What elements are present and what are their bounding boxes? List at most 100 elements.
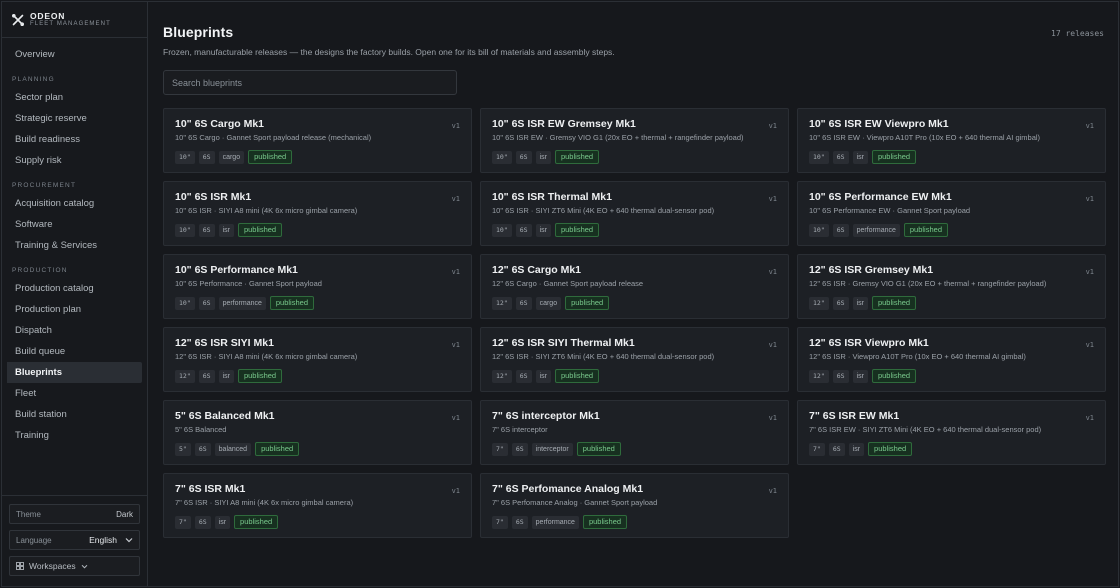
blueprint-card[interactable]: 7" 6S Perfomance Analog Mk1 v1 7" 6S Perfo… <box>480 473 789 538</box>
tag-chip: 12" <box>809 369 829 383</box>
sidebar-item-training-services[interactable]: Training & Services <box>2 235 142 256</box>
blueprint-description: 12" 6S ISR · SIYI ZT6 Mini (4K EO + 640 … <box>492 352 715 361</box>
tag-chip: isr <box>852 369 868 383</box>
sidebar-item-software[interactable]: Software <box>2 214 142 235</box>
blueprint-card[interactable]: 10" 6S ISR EW Gremsey Mk1 v1 10" 6S ISR EW… <box>480 108 789 173</box>
blueprint-title: 10" 6S Performance EW Mk1 <box>809 191 952 203</box>
version-label: v1 <box>451 122 460 130</box>
tag-chip: cargo <box>218 150 245 164</box>
release-count: 17 releases <box>1051 29 1104 38</box>
status-badge: published <box>576 442 621 456</box>
version-label: v1 <box>1085 195 1094 203</box>
blueprint-card[interactable]: 10" 6S Performance EW Mk1 v1 10" 6S Perfor… <box>797 181 1106 246</box>
sidebar-item-build-readiness[interactable]: Build readiness <box>2 129 142 150</box>
language-value: English <box>89 535 117 545</box>
blueprint-card[interactable]: 7" 6S ISR Mk1 v1 7" 6S ISR · SIYI A8 mini … <box>163 473 472 538</box>
tag-chip: 10" <box>175 296 195 310</box>
status-badge: published <box>269 296 314 310</box>
tag-list: 10" 6S performance published <box>809 223 1094 237</box>
workspaces-label: Workspaces <box>29 561 76 571</box>
blueprint-card[interactable]: 10" 6S Performance Mk1 v1 10" 6S Performan… <box>163 254 472 319</box>
blueprint-description: 10" 6S ISR EW · Viewpro A10T Pro (10x EO… <box>809 133 1041 142</box>
main-content: Blueprints 17 releases Frozen, manufactu… <box>148 2 1118 586</box>
tag-list: 12" 6S isr published <box>809 369 1094 383</box>
tag-chip: 5" <box>175 442 191 456</box>
blueprint-card[interactable]: 10" 6S ISR Mk1 v1 10" 6S ISR · SIYI A8 min… <box>163 181 472 246</box>
blueprint-card[interactable]: 12" 6S ISR Viewpro Mk1 v1 12" 6S ISR · Vie… <box>797 327 1106 392</box>
tag-chip: isr <box>852 296 868 310</box>
blueprint-card[interactable]: 7" 6S ISR EW Mk1 v1 7" 6S ISR EW · SIYI ZT… <box>797 400 1106 465</box>
tag-chip: 7" <box>492 442 508 456</box>
version-label: v1 <box>451 487 460 495</box>
version-label: v1 <box>768 195 777 203</box>
blueprint-card[interactable]: 12" 6S ISR Gremsey Mk1 v1 12" 6S ISR · Gre… <box>797 254 1106 319</box>
blueprint-card[interactable]: 5" 6S Balanced Mk1 v1 5" 6S Balanced 5" 6S ba… <box>163 400 472 465</box>
blueprint-card[interactable]: 10" 6S ISR EW Viewpro Mk1 v1 10" 6S ISR EW… <box>797 108 1106 173</box>
blueprint-card[interactable]: 12" 6S ISR SIYI Thermal Mk1 v1 12" 6S ISR … <box>480 327 789 392</box>
tag-chip: interceptor <box>531 442 573 456</box>
brand-subtitle: FLEET MANAGEMENT <box>30 20 111 27</box>
tag-chip: 6S <box>511 442 528 456</box>
blueprint-card[interactable]: 12" 6S ISR SIYI Mk1 v1 12" 6S ISR · SIYI A… <box>163 327 472 392</box>
sidebar-item-build-queue[interactable]: Build queue <box>2 341 142 362</box>
grid-icon <box>16 562 24 570</box>
tag-chip: 6S <box>828 442 845 456</box>
tag-chip: 6S <box>832 150 849 164</box>
sidebar-item-acquisition-catalog[interactable]: Acquisition catalog <box>2 193 142 214</box>
tag-chip: isr <box>218 223 234 237</box>
sidebar-item-production-plan[interactable]: Production plan <box>2 299 142 320</box>
tag-chip: 10" <box>175 223 195 237</box>
blueprint-title: 10" 6S ISR EW Gremsey Mk1 <box>492 118 636 130</box>
sidebar-item-overview[interactable]: Overview <box>2 44 142 65</box>
tag-chip: 6S <box>194 442 211 456</box>
blueprint-card[interactable]: 10" 6S Cargo Mk1 v1 10" 6S Cargo · Gannet … <box>163 108 472 173</box>
sidebar-section-procurement: PROCUREMENT <box>12 182 77 189</box>
blueprint-description: 10" 6S ISR · SIYI ZT6 Mini (4K EO + 640 … <box>492 206 715 215</box>
sidebar-item-fleet[interactable]: Fleet <box>2 383 142 404</box>
sidebar-item-sector-plan[interactable]: Sector plan <box>2 87 142 108</box>
tag-chip: isr <box>535 369 551 383</box>
search-input[interactable] <box>163 70 457 95</box>
sidebar-item-blueprints[interactable]: Blueprints <box>7 362 142 383</box>
tag-chip: 6S <box>515 150 532 164</box>
version-label: v1 <box>1085 414 1094 422</box>
sidebar-item-dispatch[interactable]: Dispatch <box>2 320 142 341</box>
sidebar-item-supply-risk[interactable]: Supply risk <box>2 150 142 171</box>
tag-chip: performance <box>531 515 579 529</box>
blueprint-title: 10" 6S Cargo Mk1 <box>175 118 265 130</box>
sidebar-item-strategic-reserve[interactable]: Strategic reserve <box>2 108 142 129</box>
status-badge: published <box>871 296 917 310</box>
blueprint-title: 10" 6S ISR Thermal Mk1 <box>492 191 612 203</box>
tag-chip: isr <box>535 150 551 164</box>
status-badge: published <box>871 150 917 164</box>
tag-chip: 10" <box>492 150 512 164</box>
sidebar-section-planning: PLANNING <box>12 76 55 83</box>
sidebar-item-production-catalog[interactable]: Production catalog <box>2 278 142 299</box>
language-select[interactable]: Language English <box>9 530 140 550</box>
tag-list: 10" 6S isr published <box>175 223 460 237</box>
tag-list: 12" 6S isr published <box>492 369 777 383</box>
sidebar-item-training[interactable]: Training <box>2 425 142 446</box>
sidebar-section-production: PRODUCTION <box>12 267 68 274</box>
tag-list: 10" 6S isr published <box>809 150 1094 164</box>
tag-list: 10" 6S isr published <box>492 223 777 237</box>
sidebar-item-build-station[interactable]: Build station <box>2 404 142 425</box>
brand[interactable]: ODEON FLEET MANAGEMENT <box>2 2 147 38</box>
tag-chip: isr <box>214 515 231 529</box>
status-badge: published <box>871 369 917 383</box>
theme-toggle[interactable]: Theme Dark <box>9 504 140 524</box>
workspaces-button[interactable]: Workspaces <box>9 556 140 576</box>
blueprint-card[interactable]: 7" 6S interceptor Mk1 v1 7" 6S interceptor… <box>480 400 789 465</box>
tag-chip: 7" <box>809 442 825 456</box>
tag-list: 7" 6S interceptor published <box>492 442 777 456</box>
tag-chip: 12" <box>492 296 512 310</box>
blueprint-card[interactable]: 10" 6S ISR Thermal Mk1 v1 10" 6S ISR · SIY… <box>480 181 789 246</box>
blueprint-description: 7" 6S Perfomance Analog · Gannet Sport p… <box>492 498 658 507</box>
version-label: v1 <box>1085 268 1094 276</box>
blueprint-card[interactable]: 12" 6S Cargo Mk1 v1 12" 6S Cargo · Gannet … <box>480 254 789 319</box>
tag-list: 7" 6S performance published <box>492 515 777 529</box>
blueprint-title: 12" 6S ISR Viewpro Mk1 <box>809 337 929 349</box>
sidebar-nav: Overview PLANNING Sector plan Strategic res… <box>2 38 147 446</box>
version-label: v1 <box>768 414 777 422</box>
tag-chip: 6S <box>198 369 215 383</box>
